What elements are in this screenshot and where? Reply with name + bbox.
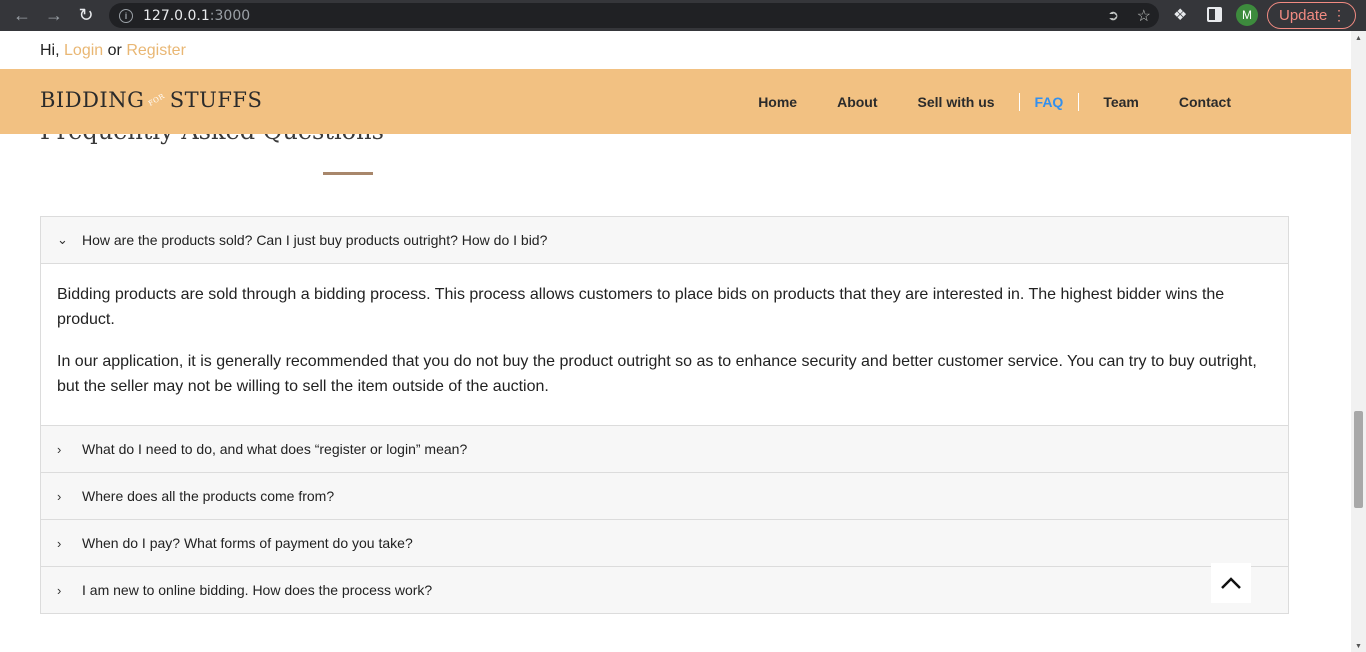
forward-arrow-icon[interactable]: → [38, 0, 70, 31]
faq-question-text: How are the products sold? Can I just bu… [82, 232, 548, 248]
chevron-up-icon [1221, 577, 1241, 589]
faq-accordion: ⌄ How are the products sold? Can I just … [40, 216, 1289, 614]
faq-question-text: What do I need to do, and what does “reg… [82, 441, 468, 457]
greeting-text: Hi, [40, 42, 60, 59]
chevron-down-icon: ⌄ [57, 232, 68, 247]
site-header: BIDDING FOR STUFFS Home About Sell with … [0, 69, 1351, 134]
nav-about[interactable]: About [817, 93, 897, 111]
more-menu-icon[interactable]: ⋮ [1332, 7, 1346, 24]
nav-home[interactable]: Home [738, 93, 817, 111]
faq-question-toggle[interactable]: › What do I need to do, and what does “r… [41, 426, 1288, 472]
update-label: Update [1279, 7, 1328, 24]
faq-item: › What do I need to do, and what does “r… [41, 426, 1288, 473]
url-port: :3000 [209, 7, 251, 24]
nav-team[interactable]: Team [1083, 93, 1159, 111]
faq-item: › When do I pay? What forms of payment d… [41, 520, 1288, 567]
faq-question-toggle[interactable]: › When do I pay? What forms of payment d… [41, 520, 1288, 566]
back-to-top-button[interactable] [1211, 563, 1251, 603]
bookmark-star-icon[interactable]: ☆ [1137, 6, 1151, 26]
faq-item: › I am new to online bidding. How does t… [41, 567, 1288, 613]
main-nav: Home About Sell with us FAQ Team Contact [738, 69, 1251, 134]
logo-text-for: FOR [147, 92, 167, 108]
chevron-right-icon: › [57, 441, 62, 457]
browser-toolbar: ← → ↻ i 127.0.0.1:3000 ➲ ☆ ❖ M Update ⋮ [0, 0, 1366, 31]
faq-question-toggle[interactable]: › Where does all the products come from? [41, 473, 1288, 519]
scrollbar-thumb[interactable] [1354, 411, 1363, 508]
address-bar[interactable]: i 127.0.0.1:3000 ➲ ☆ [109, 3, 1159, 28]
profile-avatar[interactable]: M [1236, 4, 1258, 26]
share-icon[interactable]: ➲ [1107, 7, 1119, 24]
scroll-up-arrow-icon[interactable]: ▲ [1355, 35, 1362, 42]
title-divider [323, 172, 373, 175]
logo-text-stuffs: STUFFS [169, 88, 263, 112]
nav-faq[interactable]: FAQ [1018, 92, 1080, 111]
nav-sell-with-us[interactable]: Sell with us [898, 93, 1015, 111]
or-text: or [107, 42, 122, 59]
faq-item: ⌄ How are the products sold? Can I just … [41, 217, 1288, 426]
auth-bar: Hi, Login or Register [40, 42, 186, 60]
faq-question-text: Where does all the products come from? [82, 488, 335, 504]
login-link[interactable]: Login [64, 42, 103, 59]
faq-question-toggle[interactable]: › I am new to online bidding. How does t… [41, 567, 1288, 613]
faq-answer: Bidding products are sold through a bidd… [41, 263, 1288, 425]
page-scrollbar[interactable]: ▲ ▼ [1351, 31, 1366, 652]
page-content: Hi, Login or Register Frequently Asked Q… [0, 31, 1351, 652]
faq-item: › Where does all the products come from? [41, 473, 1288, 520]
faq-question-text: I am new to online bidding. How does the… [82, 582, 433, 598]
extensions-puzzle-icon[interactable]: ❖ [1173, 5, 1187, 25]
faq-question-text: When do I pay? What forms of payment do … [82, 535, 413, 551]
chevron-right-icon: › [57, 535, 62, 551]
update-button[interactable]: Update ⋮ [1267, 2, 1356, 29]
logo-text-bidding: BIDDING [40, 88, 145, 112]
url-text: 127.0.0.1:3000 [143, 8, 250, 24]
chevron-right-icon: › [57, 582, 62, 598]
register-link[interactable]: Register [126, 42, 186, 59]
faq-question-toggle[interactable]: ⌄ How are the products sold? Can I just … [41, 217, 1288, 263]
faq-answer-paragraph: Bidding products are sold through a bidd… [57, 286, 1225, 328]
reload-icon[interactable]: ↻ [70, 0, 102, 31]
url-host: 127.0.0.1 [143, 7, 210, 24]
side-panel-icon[interactable] [1207, 7, 1222, 22]
site-logo[interactable]: BIDDING FOR STUFFS [40, 88, 262, 112]
site-info-icon[interactable]: i [119, 8, 133, 23]
chevron-right-icon: › [57, 488, 62, 504]
back-arrow-icon[interactable]: ← [6, 0, 38, 31]
faq-answer-paragraph: In our application, it is generally reco… [57, 353, 1257, 395]
nav-contact[interactable]: Contact [1159, 93, 1251, 111]
scroll-down-arrow-icon[interactable]: ▼ [1355, 643, 1362, 650]
